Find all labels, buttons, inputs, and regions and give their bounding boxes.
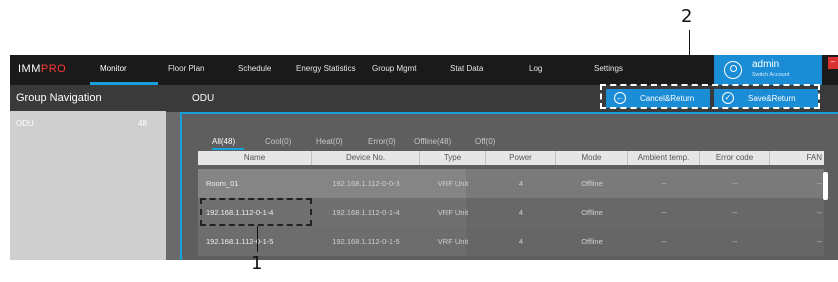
cell-ambient-temp: -- (661, 179, 667, 188)
cell-power: 4 (518, 208, 524, 217)
user-account-button[interactable]: admin Switch Account (714, 55, 822, 85)
sidebar-item-count: 48 (138, 119, 147, 128)
cell-name: 192.168.1.112-0-1-5 (206, 237, 274, 246)
nav-schedule[interactable]: Schedule (238, 64, 271, 73)
tab-off[interactable]: Off(0) (475, 137, 495, 146)
column-header-name[interactable]: Name (198, 151, 312, 165)
cell-fan: -- (817, 237, 822, 246)
app-logo: IMMPRO (18, 63, 66, 75)
cell-mode: Offline (581, 237, 603, 246)
minimize-window-button[interactable]: – (828, 57, 838, 69)
nav-group-mgmt[interactable]: Group Mgmt (372, 64, 416, 73)
sidebar-item-odu[interactable]: ODU 48 (10, 115, 166, 133)
column-header-error-code[interactable]: Error code (700, 151, 770, 165)
column-header-ambient-temp[interactable]: Ambient temp. (628, 151, 700, 165)
cell-device-no: 192.168.1.112-0-1-5 (332, 237, 400, 246)
logo-accent-text: PRO (40, 63, 67, 75)
column-header-mode[interactable]: Mode (556, 151, 628, 165)
cell-error-code: -- (732, 237, 738, 246)
cell-error-code: -- (732, 179, 738, 188)
tab-active-indicator (212, 148, 244, 150)
cell-device-no: 192.168.1.112-0-0-3 (332, 179, 400, 188)
tab-offline[interactable]: Offline(48) (414, 137, 451, 146)
cell-power: 4 (518, 237, 524, 246)
callout-number-2: 2 (681, 6, 693, 27)
cell-type: VRF Unit (437, 208, 469, 217)
cell-device-no: 192.168.1.112-0-1-4 (332, 208, 400, 217)
nav-stat-data[interactable]: Stat Data (450, 64, 483, 73)
column-header-fan[interactable]: FAN (770, 151, 824, 165)
callout-leader-1 (257, 226, 258, 252)
top-navigation-bar: IMMPRO Monitor Floor Plan Schedule Energ… (10, 55, 838, 85)
tab-heat[interactable]: Heat(0) (316, 137, 343, 146)
cell-fan: -- (817, 179, 822, 188)
table-header: Name Device No. Type Power Mode Ambient … (198, 151, 824, 165)
user-circle-icon (724, 61, 742, 79)
cell-error-code: -- (732, 208, 738, 217)
nav-monitor[interactable]: Monitor (100, 64, 127, 73)
highlight-name-cell (200, 198, 312, 226)
sidebar-item-label: ODU (16, 119, 34, 128)
cell-fan: -- (817, 208, 822, 217)
tab-all[interactable]: All(48) (212, 137, 235, 146)
cell-power: 4 (518, 179, 524, 188)
cell-type: VRF Unit (437, 237, 469, 246)
user-name: admin (752, 59, 780, 70)
column-header-type[interactable]: Type (420, 151, 486, 165)
sidebar-title: Group Navigation (10, 85, 166, 111)
column-header-power[interactable]: Power (486, 151, 556, 165)
callout-number-1: 1 (251, 253, 263, 274)
column-header-device-no[interactable]: Device No. (312, 151, 420, 165)
group-navigation-sidebar: Group Navigation ODU 48 (10, 85, 166, 260)
cell-mode: Offline (581, 179, 603, 188)
table-scrollbar[interactable] (823, 172, 828, 200)
table-row[interactable]: Room_01 192.168.1.112-0-0-3 VRF Unit 4 O… (198, 169, 824, 198)
cell-type: VRF Unit (437, 179, 469, 188)
tab-error[interactable]: Error(0) (368, 137, 396, 146)
nav-floor-plan[interactable]: Floor Plan (168, 64, 204, 73)
table-row[interactable]: 192.168.1.112-0-1-5 192.168.1.112-0-1-5 … (198, 227, 824, 256)
logo-text: IMM (18, 63, 41, 75)
nav-settings[interactable]: Settings (594, 64, 623, 73)
tab-cool[interactable]: Cool(0) (265, 137, 291, 146)
nav-energy-statistics[interactable]: Energy Statistics (296, 64, 356, 73)
nav-log[interactable]: Log (529, 64, 542, 73)
cell-name: Room_01 (206, 179, 239, 188)
cell-ambient-temp: -- (661, 237, 667, 246)
switch-account-link[interactable]: Switch Account (752, 72, 789, 78)
cell-ambient-temp: -- (661, 208, 667, 217)
cell-mode: Offline (581, 208, 603, 217)
highlight-header-buttons (600, 84, 820, 109)
page-title: ODU (192, 93, 215, 104)
